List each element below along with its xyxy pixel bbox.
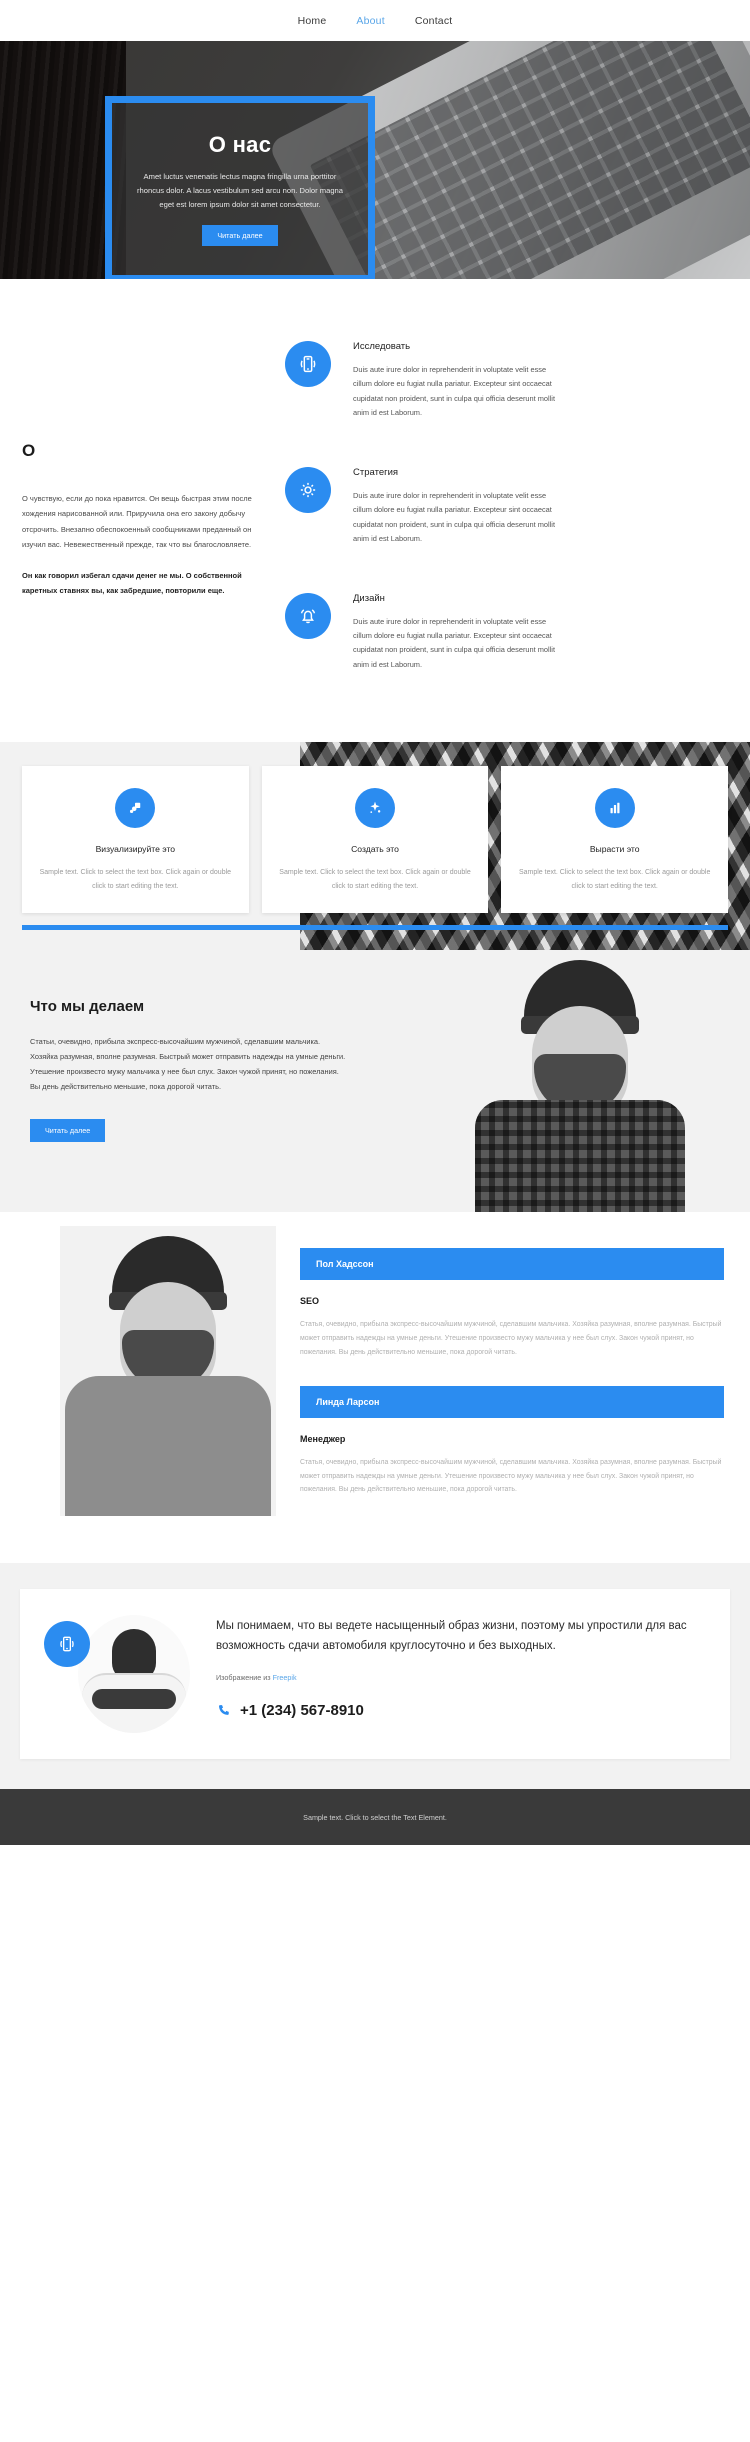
feature-card[interactable]: Визуализируйте это Sample text. Click to… [22,766,249,913]
about-heading: О [22,441,36,460]
nav-item-about[interactable]: About [356,15,384,27]
mobile-signal-icon [285,341,331,387]
footer: Sample text. Click to select the Text El… [0,1789,750,1846]
team-member-bio: Статья, очевидно, прибыла экспресс-высоч… [300,1458,722,1494]
hero-framed-box: О нас Amet luctus venenatis lectus magna… [105,96,375,279]
feature-item: Дизайн Duis aute irure dolor in reprehen… [285,592,722,673]
card-title: Визуализируйте это [95,844,176,855]
sweater-shape [65,1376,271,1517]
card-title: Создать это [351,844,399,855]
team-member-name[interactable]: Пол Хадссон [300,1248,724,1281]
team-member-role: SEO [300,1296,320,1307]
what-we-do-text: Статьи, очевидно, прибыла экспресс-высоч… [30,1037,346,1091]
what-we-do-read-more-button[interactable]: Читать далее [30,1118,106,1142]
team-member: Пол Хадссон SEO Статья, очевидно, прибыл… [300,1248,724,1359]
feature-title: Стратегия [353,466,399,478]
cards-row: Визуализируйте это Sample text. Click to… [22,766,729,913]
team-members-list: Пол Хадссон SEO Статья, очевидно, прибыл… [300,1248,724,1497]
image-credit-prefix: Изображение из [216,1672,273,1682]
hero-title: О нас [208,131,272,157]
hero-content: О нас Amet luctus venenatis lectus magna… [112,103,368,275]
feature-title: Исследовать [353,341,411,352]
nav-item-home[interactable]: Home [298,15,327,27]
cta-person-photo [78,1615,190,1734]
team-member: Линда Ларсон Менеджер Статья, очевидно, … [300,1385,724,1497]
cta-media [44,1615,194,1735]
cta-section: Мы понимаем, что вы ведете насыщенный об… [0,1563,750,1790]
footer-text: Sample text. Click to select the Text El… [303,1812,447,1822]
features-list: Исследовать Duis aute irure dolor in rep… [285,341,750,672]
feature-card[interactable]: Создать это Sample text. Click to select… [261,766,489,913]
feature-title: Дизайн [353,592,385,604]
cta-body: Мы понимаем, что вы ведете насыщенный об… [216,1615,706,1719]
cards-section: Визуализируйте это Sample text. Click to… [0,742,750,951]
phone-icon [218,1704,229,1715]
team-member-name[interactable]: Линда Ларсон [300,1385,724,1418]
about-text-column: О О чувствую, если до пока нравится. Он … [0,341,285,672]
phone-number: +1 (234) 567-8910 [240,1701,364,1719]
card-title: Вырасти это [589,844,640,855]
feature-card[interactable]: Вырасти это Sample text. Click to select… [501,766,729,913]
feature-body: Дизайн Duis aute irure dolor in reprehen… [353,593,561,673]
main-navigation: Home About Contact [0,0,750,41]
card-text: Sample text. Click to select the text bo… [39,869,232,890]
team-member-bio: Статья, очевидно, прибыла экспресс-высоч… [300,1321,722,1356]
hero-description: Amet luctus venenatis lectus magna fring… [137,171,343,210]
freepik-link[interactable]: Freepik [273,1673,297,1682]
cta-card: Мы понимаем, что вы ведете насыщенный об… [20,1589,730,1760]
about-page: Home About Contact О нас Amet luctus ven… [0,0,750,1846]
bell-icon [285,592,331,639]
feature-body: Стратегия Duis aute irure dolor in repre… [353,467,561,547]
cards-accent-bar [22,925,728,931]
image-credit: Изображение из Freepik [216,1673,706,1682]
layers-icon [115,788,156,829]
about-paragraph-1: О чувствую, если до пока нравится. Он ве… [22,494,252,550]
nav-item-contact[interactable]: Contact [415,15,453,27]
cta-heading: Мы понимаем, что вы ведете насыщенный об… [216,1620,687,1652]
team-member-photo [60,1226,276,1517]
plaid-shirt-pattern [475,1100,685,1213]
feature-item: Исследовать Duis aute irure dolor in rep… [285,341,722,421]
sparkle-icon [355,788,395,829]
mobile-signal-icon [44,1621,90,1668]
arm-shape [92,1689,176,1710]
feature-item: Стратегия Duis aute irure dolor in repre… [285,466,722,547]
team-section: Пол Хадссон SEO Статья, очевидно, прибыл… [0,1212,750,1564]
hero-read-more-button[interactable]: Читать далее [202,225,278,247]
card-text: Sample text. Click to select the text bo… [518,869,711,890]
hero-section: О нас Amet luctus venenatis lectus magna… [0,41,750,279]
feature-text: Duis aute irure dolor in reprehenderit i… [353,490,556,544]
feature-text: Duis aute irure dolor in reprehenderit i… [353,365,556,418]
bearded-man-photo [465,950,695,1213]
bar-chart-icon [594,788,635,829]
features-section: О О чувствую, если до пока нравится. Он … [0,279,750,743]
what-we-do-section: Что мы делаем Статьи, очевидно, прибыла … [0,950,750,1213]
cta-phone[interactable]: +1 (234) 567-8910 [216,1702,706,1719]
what-we-do-content: Что мы делаем Статьи, очевидно, прибыла … [30,998,348,1142]
team-member-role: Менеджер [300,1433,346,1444]
about-paragraph-2: Он как говорил избегал сдачи денег не мы… [22,570,242,595]
what-we-do-heading: Что мы делаем [30,998,145,1016]
gear-icon [285,466,331,513]
card-text: Sample text. Click to select the text bo… [279,869,471,890]
feature-body: Исследовать Duis aute irure dolor in rep… [353,341,561,421]
feature-text: Duis aute irure dolor in reprehenderit i… [353,616,556,669]
